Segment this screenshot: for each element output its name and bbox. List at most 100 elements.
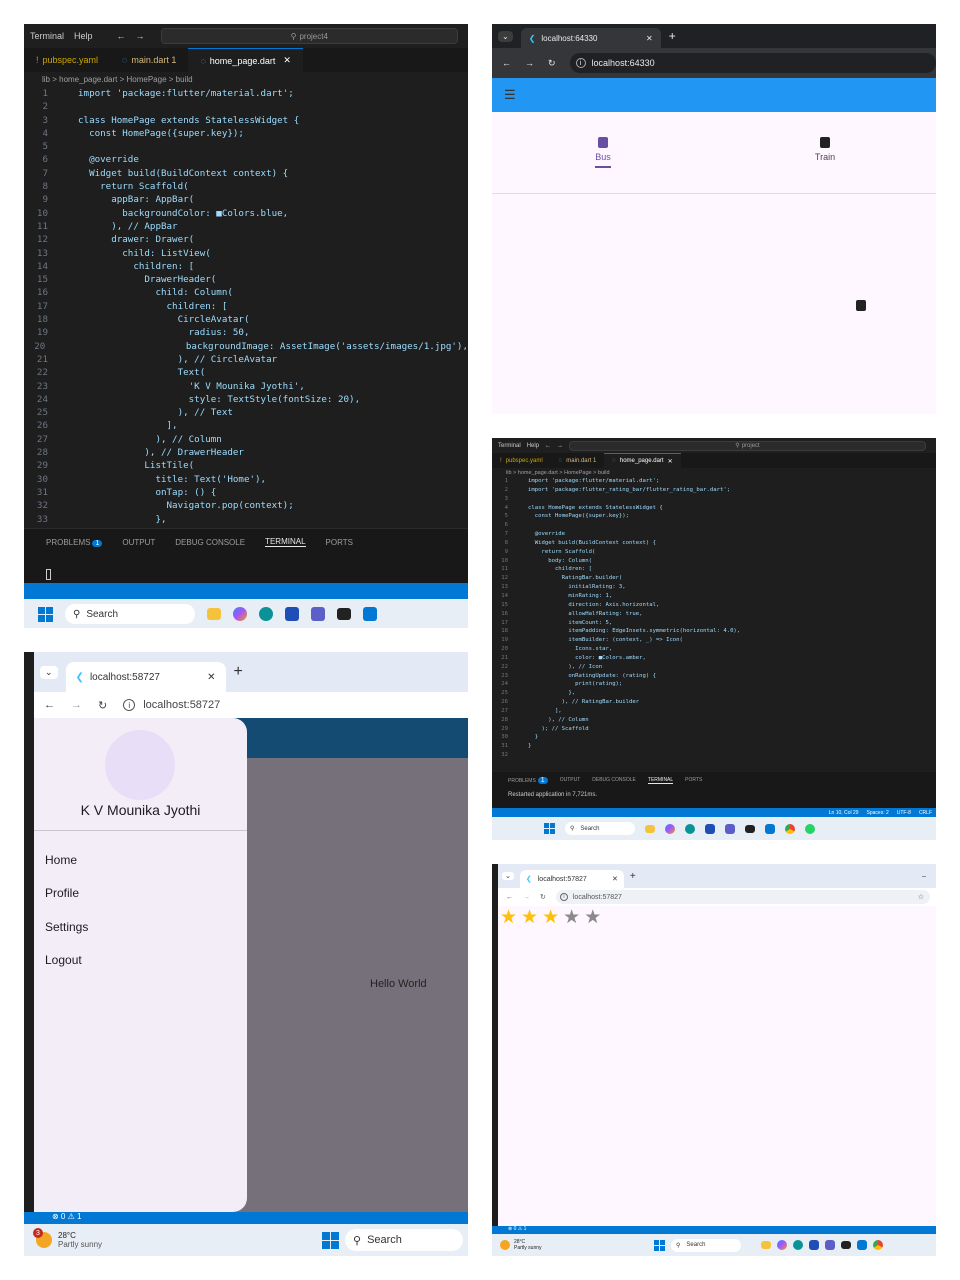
status-cursor[interactable]: Ln 10, Col 29 bbox=[829, 810, 859, 816]
copilot-icon[interactable] bbox=[777, 1240, 787, 1250]
back-arrow-icon[interactable]: ← bbox=[545, 443, 551, 449]
forward-arrow-icon[interactable]: → bbox=[523, 894, 530, 901]
code-editor[interactable]: 1 import 'package:flutter/material.dart';… bbox=[24, 86, 468, 525]
terminal-icon[interactable] bbox=[745, 824, 755, 833]
back-arrow-icon[interactable]: ← bbox=[502, 58, 511, 68]
tab-train[interactable]: Train bbox=[714, 112, 936, 193]
tab-home-page-dart[interactable]: ◌ home_page.dart ✕ bbox=[188, 48, 303, 72]
status-spaces[interactable]: Spaces: 2 bbox=[867, 810, 889, 816]
chrome-icon[interactable] bbox=[873, 1240, 883, 1250]
reload-icon[interactable]: ↻ bbox=[98, 699, 107, 712]
copilot-icon[interactable] bbox=[233, 607, 247, 621]
panel-tab-problems[interactable]: PROBLEMS 1 bbox=[508, 776, 548, 784]
teams-icon[interactable] bbox=[725, 823, 735, 834]
menu-terminal[interactable]: Terminal bbox=[498, 443, 521, 449]
command-center-search[interactable]: ⚲ project4 bbox=[160, 28, 458, 44]
close-icon[interactable]: ✕ bbox=[612, 875, 618, 883]
panel-tab-debug-console[interactable]: DEBUG CONSOLE bbox=[592, 777, 636, 783]
edge-icon[interactable] bbox=[259, 607, 273, 621]
command-center-search[interactable]: ⚲ project bbox=[569, 440, 926, 451]
drawer-item-home[interactable]: Home bbox=[34, 843, 247, 877]
store-icon[interactable] bbox=[809, 1240, 819, 1250]
panel-tab-ports[interactable]: PORTS bbox=[685, 777, 702, 783]
menu-help[interactable]: Help bbox=[527, 443, 539, 449]
tab-search-icon[interactable]: ⌄ bbox=[498, 30, 513, 42]
teams-icon[interactable] bbox=[825, 1240, 835, 1250]
panel-tab-problems[interactable]: PROBLEMS 1 bbox=[46, 538, 103, 547]
menu-icon[interactable]: ☰ bbox=[504, 87, 516, 103]
panel-tab-output[interactable]: OUTPUT bbox=[122, 538, 155, 547]
rating-star-3[interactable]: ★ bbox=[542, 906, 559, 929]
panel-tab-debug-console[interactable]: DEBUG CONSOLE bbox=[175, 538, 245, 547]
new-tab-icon[interactable]: + bbox=[630, 871, 636, 882]
tab-search-icon[interactable]: ⌄ bbox=[502, 872, 514, 880]
rating-star-4[interactable]: ★ bbox=[563, 906, 580, 929]
rating-star-1[interactable]: ★ bbox=[500, 906, 517, 929]
tab-pubspec[interactable]: ! pubspec.yaml bbox=[492, 453, 551, 468]
chrome-icon[interactable] bbox=[785, 823, 795, 834]
terminal-area[interactable] bbox=[24, 549, 468, 581]
file-explorer-icon[interactable] bbox=[645, 824, 655, 833]
windows-start-icon[interactable] bbox=[544, 823, 555, 834]
tab-bus[interactable]: Bus bbox=[492, 112, 714, 193]
taskbar-search[interactable]: ⚲ Search bbox=[565, 822, 635, 835]
store-icon[interactable] bbox=[285, 607, 299, 621]
browser-tab[interactable]: ❮ localhost:64330 ✕ bbox=[520, 28, 661, 48]
forward-arrow-icon[interactable]: → bbox=[557, 443, 563, 449]
edge-icon[interactable] bbox=[685, 823, 695, 834]
file-explorer-icon[interactable] bbox=[761, 1241, 771, 1249]
terminal-icon[interactable] bbox=[841, 1241, 851, 1249]
forward-arrow-icon[interactable]: → bbox=[71, 699, 82, 711]
reload-icon[interactable]: ↻ bbox=[540, 893, 546, 901]
back-arrow-icon[interactable]: ← bbox=[44, 699, 55, 711]
taskbar-search[interactable]: ⚲ Search bbox=[671, 1238, 741, 1252]
vscode-icon[interactable] bbox=[363, 607, 377, 621]
tab-main-dart[interactable]: ◌ main.dart 1 bbox=[551, 453, 605, 468]
new-tab-icon[interactable]: + bbox=[669, 29, 676, 43]
taskbar-search[interactable]: ⚲ Search bbox=[65, 604, 195, 624]
new-tab-icon[interactable]: + bbox=[234, 663, 243, 681]
close-icon[interactable]: ✕ bbox=[207, 672, 215, 683]
address-bar[interactable]: i localhost:58727 bbox=[123, 699, 468, 711]
address-bar[interactable]: i localhost:57827 ☆ bbox=[555, 890, 930, 904]
close-icon[interactable]: ✕ bbox=[646, 34, 653, 43]
store-icon[interactable] bbox=[705, 823, 715, 834]
drawer-item-profile[interactable]: Profile bbox=[34, 877, 247, 911]
code-editor[interactable]: 1 import 'package:flutter/material.dart';… bbox=[492, 477, 936, 767]
file-explorer-icon[interactable] bbox=[207, 608, 221, 620]
tab-home-page-dart[interactable]: ◌ home_page.dart ✕ bbox=[604, 453, 681, 468]
windows-start-icon[interactable] bbox=[322, 1231, 339, 1249]
forward-arrow-icon[interactable]: → bbox=[136, 31, 145, 41]
panel-tab-terminal[interactable]: TERMINAL bbox=[647, 777, 674, 784]
tab-main-dart[interactable]: ◌ main.dart 1 bbox=[110, 48, 188, 72]
weather-widget[interactable]: 28°C Partly sunny bbox=[500, 1239, 648, 1251]
browser-tab[interactable]: ❮ localhost:58727 ✕ bbox=[65, 662, 226, 692]
status-eol[interactable]: CRLF bbox=[919, 810, 932, 816]
vscode-icon[interactable] bbox=[857, 1240, 867, 1250]
tab-pubspec[interactable]: ! pubspec.yaml bbox=[24, 48, 110, 72]
whatsapp-icon[interactable] bbox=[805, 823, 815, 834]
copilot-icon[interactable] bbox=[665, 823, 675, 834]
rating-bar[interactable]: ★ ★ ★ ★ ★ bbox=[500, 906, 601, 929]
teams-icon[interactable] bbox=[311, 607, 325, 621]
rating-star-2[interactable]: ★ bbox=[521, 906, 538, 929]
panel-tab-terminal[interactable]: TERMINAL bbox=[265, 537, 306, 547]
back-arrow-icon[interactable]: ← bbox=[117, 31, 126, 41]
terminal-icon[interactable] bbox=[337, 608, 351, 620]
menu-help[interactable]: Help bbox=[74, 31, 93, 41]
browser-tab[interactable]: ❮ localhost:57827 ✕ bbox=[519, 870, 624, 888]
forward-arrow-icon[interactable]: → bbox=[525, 58, 534, 68]
rating-star-5[interactable]: ★ bbox=[584, 906, 601, 929]
close-icon[interactable]: ✕ bbox=[668, 458, 673, 465]
menu-terminal[interactable]: Terminal bbox=[30, 31, 64, 41]
address-bar[interactable]: i localhost:64330 bbox=[569, 53, 936, 73]
weather-widget[interactable]: 3 28°C Partly sunny bbox=[33, 1228, 316, 1249]
minimize-icon[interactable]: – bbox=[922, 873, 926, 880]
drawer-item-logout[interactable]: Logout bbox=[34, 944, 247, 978]
panel-tab-ports[interactable]: PORTS bbox=[326, 538, 353, 547]
close-icon[interactable]: ✕ bbox=[283, 55, 291, 66]
taskbar-search[interactable]: ⚲ Search bbox=[345, 1229, 463, 1251]
status-encoding[interactable]: UTF-8 bbox=[897, 810, 911, 816]
back-arrow-icon[interactable]: ← bbox=[506, 894, 513, 901]
bookmark-star-icon[interactable]: ☆ bbox=[918, 893, 924, 901]
